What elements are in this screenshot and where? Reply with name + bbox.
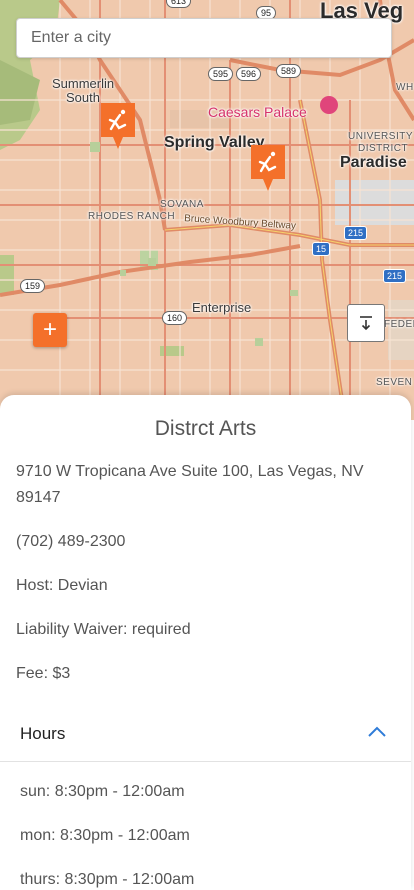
map-view[interactable]: Las Veg Summerlin South Spring Valley Ca… — [0, 0, 414, 420]
venue-details-panel: Distrct Arts 9710 W Tropicana Ave Suite … — [0, 395, 411, 890]
city-search-input[interactable] — [16, 18, 392, 58]
venue-pin-summerlin[interactable] — [101, 103, 135, 149]
map-label-south: South — [66, 90, 100, 105]
venue-phone[interactable]: (702) 489-2300 — [16, 529, 396, 555]
map-label-seven: SEVEN — [376, 377, 413, 388]
map-label-university: UNIVERSITY — [348, 131, 414, 142]
map-background — [0, 0, 414, 420]
venue-waiver: Liability Waiver: required — [16, 621, 191, 638]
venue-pin-spring-valley[interactable] — [251, 145, 285, 191]
map-label-wh: WH — [396, 82, 414, 93]
map-label-sovana: SOVANA — [160, 199, 204, 210]
route-shield-215-east: 215 — [344, 226, 368, 240]
venue-fee: Fee: $3 — [16, 665, 71, 682]
chevron-up-icon — [368, 726, 386, 737]
map-label-spring-valley: Spring Valley — [164, 134, 265, 151]
venue-name: Distrct Arts — [154, 417, 257, 440]
route-shield-596: 596 — [236, 67, 262, 81]
route-shield-595: 595 — [208, 67, 234, 81]
hours-row-mon: mon: 8:30pm - 12:00am — [20, 827, 190, 844]
route-shield-15: 15 — [312, 242, 331, 256]
hotel-icon — [320, 96, 338, 114]
map-label-federal: FEDERA — [384, 319, 414, 330]
hours-row-sun: sun: 8:30pm - 12:00am — [20, 783, 185, 800]
venue-host: Host: Devian — [16, 577, 108, 594]
map-label-summerlin: Summerlin — [52, 76, 115, 91]
hours-accordion-header[interactable]: Hours — [0, 711, 411, 762]
collapse-panel-button[interactable] — [347, 304, 385, 342]
route-shield-215-south: 215 — [383, 269, 407, 283]
hours-title: Hours — [20, 724, 66, 743]
map-label-rhodes-ranch: RHODES RANCH — [88, 211, 176, 222]
route-shield-613: 613 — [166, 0, 192, 8]
route-shield-589: 589 — [276, 64, 302, 78]
map-label-caesars-palace: Caesars Palace — [208, 104, 307, 120]
arrow-down-to-line-icon — [360, 316, 372, 331]
route-shield-160: 160 — [162, 311, 188, 325]
venue-address: 9710 W Tropicana Ave Suite 100, Las Vega… — [16, 463, 364, 506]
hours-row-thurs: thurs: 8:30pm - 12:00am — [20, 871, 195, 888]
add-spot-button[interactable]: + — [33, 313, 67, 347]
map-label-district: DISTRICT — [358, 143, 409, 154]
map-label-paradise: Paradise — [340, 154, 407, 171]
map-label-enterprise: Enterprise — [192, 300, 252, 315]
route-shield-159: 159 — [20, 279, 46, 293]
